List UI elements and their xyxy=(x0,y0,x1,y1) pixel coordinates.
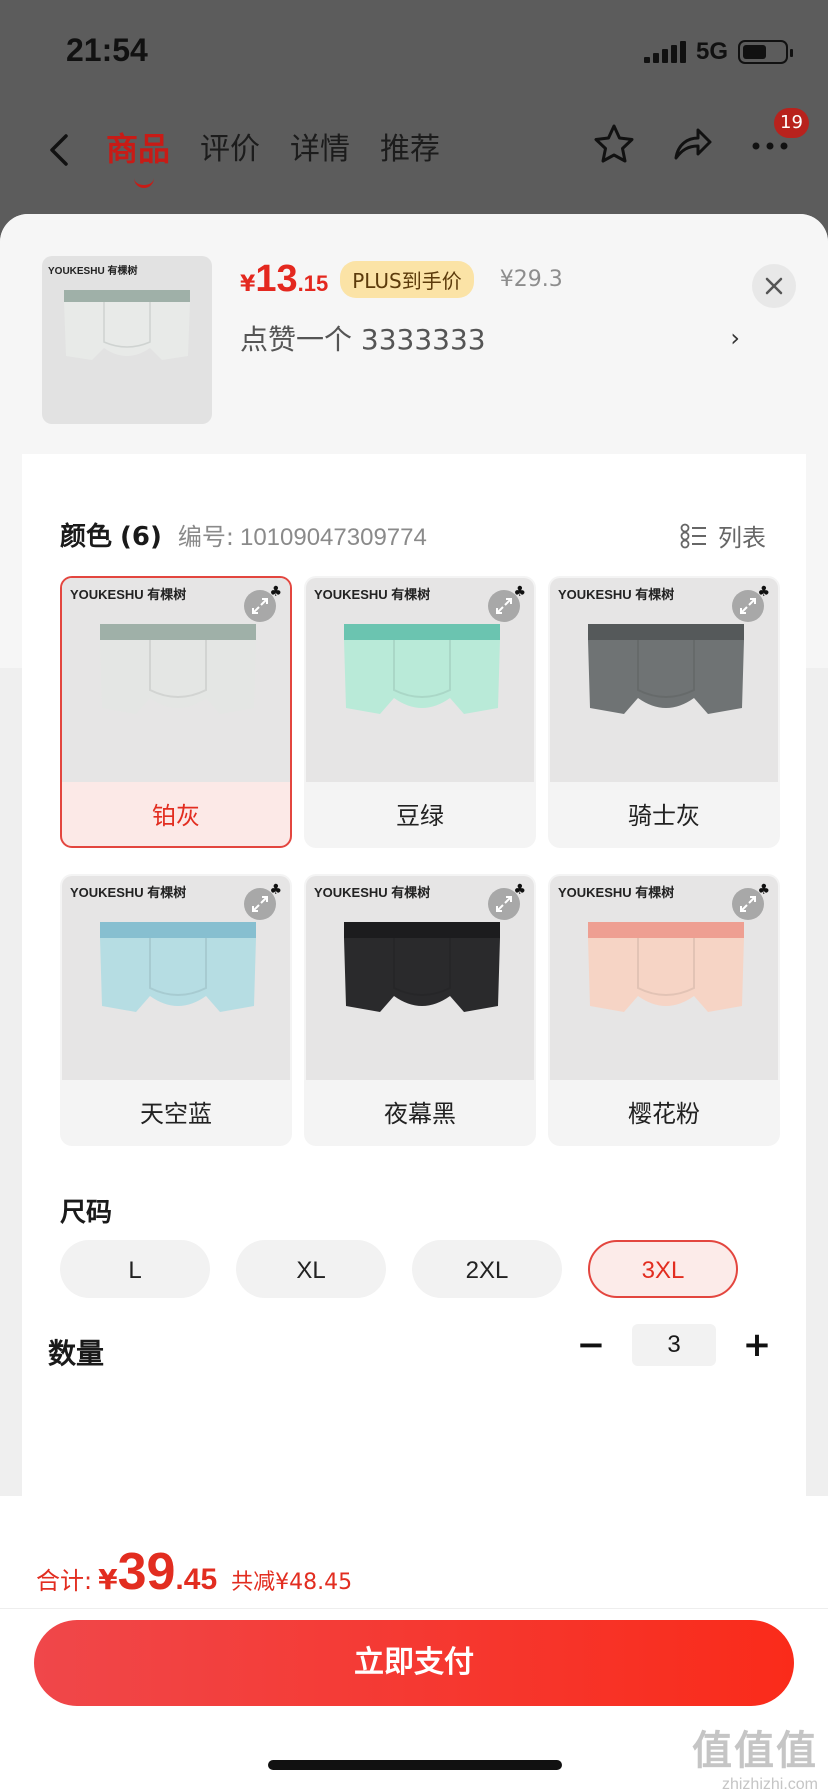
total-row: 合计: ¥ 39 .45 共减¥48.45 xyxy=(36,1542,352,1602)
brand-logo: YOUKESHU 有棵树 xyxy=(558,885,675,900)
watermark-url: zhizhizhi.com xyxy=(721,1776,818,1792)
color-option-label: 天空蓝 xyxy=(140,1100,212,1128)
plus-price-badge: PLUS到手价 xyxy=(340,261,474,298)
brand-logo: YOUKESHU 有棵树 xyxy=(70,885,187,900)
brand-logo: YOUKESHU 有棵树 xyxy=(70,587,187,602)
list-label: 列表 xyxy=(718,524,766,552)
brand-logo: YOUKESHU 有棵树 xyxy=(314,587,431,602)
share-icon[interactable] xyxy=(670,122,714,166)
color-option[interactable]: YOUKESHU 有棵树 ♣ 樱花粉 xyxy=(548,874,780,1146)
size-title: 尺码 xyxy=(60,1198,113,1228)
decrease-quantity-button[interactable]: − xyxy=(572,1326,610,1364)
tab-product-label: 商品 xyxy=(106,130,171,168)
color-header: 颜色 (6) 编号: 10109047309774 xyxy=(60,516,427,553)
color-option[interactable]: YOUKESHU 有棵树 ♣ 夜幕黑 xyxy=(304,874,536,1146)
signal-icon xyxy=(643,41,686,63)
product-thumbnail[interactable]: YOUKESHU 有棵树 xyxy=(42,256,212,424)
size-options: L XL 2XL 3XL xyxy=(60,1240,738,1298)
color-option-image: YOUKESHU 有棵树 ♣ xyxy=(550,876,778,1080)
price-row: ¥ 13 .15 PLUS到手价 ¥29.3 xyxy=(240,258,563,301)
color-option-label: 骑士灰 xyxy=(628,802,700,830)
tab-product[interactable]: 商品 xyxy=(106,124,171,188)
total-label: 合计: xyxy=(36,1567,93,1595)
expand-icon[interactable] xyxy=(732,590,764,622)
product-image xyxy=(64,290,190,360)
product-nav-bar: 商品 评价 详情 推荐 19 xyxy=(0,100,828,200)
active-tab-indicator xyxy=(134,178,154,188)
color-option-label: 铂灰 xyxy=(152,802,200,830)
network-label: 5G xyxy=(695,38,728,65)
star-icon[interactable] xyxy=(592,122,636,166)
color-option-label: 樱花粉 xyxy=(628,1100,700,1128)
close-icon xyxy=(765,277,783,295)
size-option[interactable]: 2XL xyxy=(412,1240,562,1298)
message-count-badge: 19 xyxy=(774,108,809,138)
checkout-bar: 合计: ¥ 39 .45 共减¥48.45 立即支付 值值值 zhizhizhi… xyxy=(0,1496,828,1792)
tab-recommend[interactable]: 推荐 xyxy=(380,124,440,170)
back-icon[interactable] xyxy=(44,130,74,170)
expand-icon[interactable] xyxy=(732,888,764,920)
watermark: 值值值 zhizhizhi.com xyxy=(692,1718,818,1792)
size-option[interactable]: 3XL xyxy=(588,1240,738,1298)
size-option[interactable]: XL xyxy=(236,1240,386,1298)
list-icon xyxy=(680,523,706,548)
more-button[interactable]: 19 xyxy=(748,108,809,166)
color-option-image: YOUKESHU 有棵树 ♣ xyxy=(550,578,778,782)
watermark-logo: 值值值 xyxy=(692,1728,818,1774)
tab-reviews[interactable]: 评价 xyxy=(200,124,260,170)
color-count: (6) xyxy=(120,522,162,552)
expand-icon[interactable] xyxy=(244,590,276,622)
quantity-input[interactable]: 3 xyxy=(632,1324,716,1366)
color-option[interactable]: YOUKESHU 有棵树 ♣ 铂灰 xyxy=(60,576,292,848)
tab-details[interactable]: 详情 xyxy=(290,124,350,170)
expand-icon[interactable] xyxy=(244,888,276,920)
product-summary: YOUKESHU 有棵树 ¥ 13 .15 PLUS到手价 ¥29.3 点赞一个… xyxy=(0,214,828,454)
divider xyxy=(0,1608,828,1609)
nav-tabs: 商品 评价 详情 推荐 xyxy=(106,124,440,188)
color-title: 颜色 xyxy=(60,522,113,552)
size-option[interactable]: L xyxy=(60,1240,210,1298)
total-integer: 39 xyxy=(117,1543,176,1601)
color-option[interactable]: YOUKESHU 有棵树 ♣ 豆绿 xyxy=(304,576,536,848)
color-options: YOUKESHU 有棵树 ♣ 铂灰 YOUKESHU 有棵树 ♣ 豆绿 YOUK… xyxy=(60,576,780,1146)
status-time: 21:54 xyxy=(66,32,148,68)
nav-actions: 19 xyxy=(592,108,809,166)
quantity-title: 数量 xyxy=(48,1337,105,1370)
status-indicators: 5G xyxy=(643,38,793,66)
total-decimal: .45 xyxy=(175,1563,218,1596)
color-option[interactable]: YOUKESHU 有棵树 ♣ 天空蓝 xyxy=(60,874,292,1146)
color-option-image: YOUKESHU 有棵树 ♣ xyxy=(306,578,534,782)
price-integer: 13 xyxy=(255,258,298,300)
color-option-label: 夜幕黑 xyxy=(384,1100,456,1128)
status-bar: 21:54 5G xyxy=(0,0,828,100)
close-button[interactable] xyxy=(752,264,796,308)
selected-variant-text[interactable]: 点赞一个 3333333 xyxy=(240,318,486,358)
pay-now-button[interactable]: 立即支付 xyxy=(34,1620,794,1706)
color-option-image: YOUKESHU 有棵树 ♣ xyxy=(62,876,290,1080)
item-code-label: 编号: xyxy=(177,523,234,551)
color-option-image: YOUKESHU 有棵树 ♣ xyxy=(306,876,534,1080)
battery-icon xyxy=(738,40,793,64)
item-code: 10109047309774 xyxy=(239,524,427,551)
chevron-right-icon[interactable]: › xyxy=(730,324,740,352)
quantity-stepper: − 3 + xyxy=(572,1324,776,1366)
brand-logo: YOUKESHU 有棵树 xyxy=(558,587,675,602)
total-currency: ¥ xyxy=(98,1563,118,1596)
expand-icon[interactable] xyxy=(488,590,520,622)
color-option-label: 豆绿 xyxy=(396,802,444,830)
home-indicator xyxy=(268,1760,562,1770)
list-view-toggle[interactable]: 列表 xyxy=(680,518,766,553)
price-currency: ¥ xyxy=(240,272,256,297)
original-price: ¥29.3 xyxy=(499,267,563,292)
price-decimal: .15 xyxy=(297,271,329,296)
total-discount: 共减¥48.45 xyxy=(231,1570,353,1595)
color-option-image: YOUKESHU 有棵树 ♣ xyxy=(62,578,290,782)
expand-icon[interactable] xyxy=(488,888,520,920)
color-option[interactable]: YOUKESHU 有棵树 ♣ 骑士灰 xyxy=(548,576,780,848)
increase-quantity-button[interactable]: + xyxy=(738,1326,776,1364)
brand-logo: YOUKESHU 有棵树 xyxy=(314,885,431,900)
